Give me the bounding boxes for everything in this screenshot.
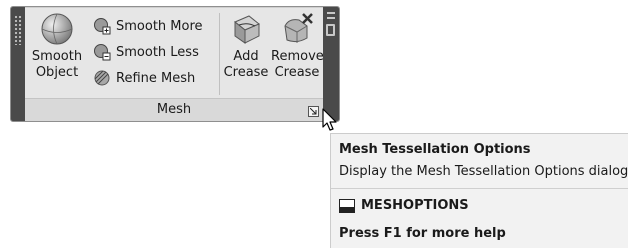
add-crease-label-2: Crease [223,65,269,80]
mouse-pointer-icon [322,108,337,131]
smooth-less-label: Smooth Less [116,44,199,60]
add-crease-label-1: Add [233,49,259,64]
smooth-object-button[interactable]: Smooth Object [31,7,83,97]
arrow-diagonal-icon [310,108,317,115]
tooltip-title: Mesh Tessellation Options [339,142,531,157]
refine-mesh-icon [94,70,110,86]
refine-mesh-label: Refine Mesh [116,70,196,86]
smooth-object-label-1: Smooth [31,49,83,64]
smooth-less-button[interactable]: Smooth Less [93,39,215,65]
smooth-more-button[interactable]: Smooth More [93,13,215,39]
tooltip-panel: Mesh Tessellation Options Display the Me… [330,133,628,248]
remove-crease-label-2: Crease [274,65,320,80]
mesh-panel: Smooth Object Smooth More Smooth Less Re… [10,6,340,122]
tooltip-command-name: MESHOPTIONS [361,198,469,213]
panel-title-bar[interactable]: Mesh [25,98,323,121]
refine-mesh-button[interactable]: Refine Mesh [93,65,215,91]
smooth-more-icon [94,18,111,35]
panel-separator [219,13,220,95]
tooltip-divider [331,188,628,189]
tooltip-help-hint: Press F1 for more help [339,226,506,241]
smooth-less-icon [94,44,111,61]
remove-crease-label-1: Remove [271,49,324,64]
tooltip-command: MESHOPTIONS [339,198,469,213]
panel-grip-handle[interactable] [11,7,25,121]
smooth-more-label: Smooth More [116,18,203,34]
add-crease-icon [234,15,260,44]
pin-panel-icon[interactable] [326,24,335,36]
smooth-object-label-2: Object [35,65,79,80]
remove-crease-icon [284,13,313,43]
dialog-launcher-button[interactable] [308,106,319,117]
smooth-sphere-icon [41,13,73,45]
command-line-icon [339,198,355,213]
remove-crease-button[interactable]: Remove Crease [271,7,324,97]
add-crease-button[interactable]: Add Crease [223,7,269,97]
tooltip-description: Display the Mesh Tessellation Options di… [339,164,628,179]
panel-title: Mesh [156,102,192,117]
collapse-icon[interactable] [327,12,335,19]
panel-side-rail [323,7,339,121]
